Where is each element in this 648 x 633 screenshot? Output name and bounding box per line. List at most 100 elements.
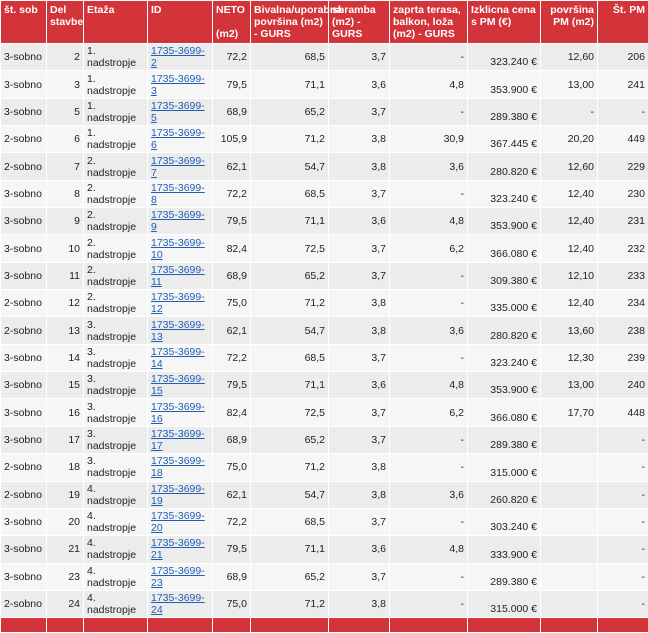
apartment-id-link[interactable]: 1735-3699-23 [151,565,205,589]
col-header-terrace: zaprta terasa, balkon, loža (m2) - GURS [390,1,468,44]
cell-id: 1735-3699-20 [148,508,213,535]
cell-storage: 3,8 [329,317,390,344]
cell-storage: 3,6 [329,71,390,98]
apartment-id-link[interactable]: 1735-3699-24 [151,592,205,616]
cell-part: 17 [47,426,84,453]
apartment-id-link[interactable]: 1735-3699-5 [151,100,205,124]
apartment-id-link[interactable]: 1735-3699-17 [151,428,205,452]
cell-pm-number: 234 [598,290,648,317]
col-header-living-area: Bivalna/uporabna površina (m2) - GURS [251,1,329,44]
table-row: 3-sobno234. nadstropje1735-3699-2368,965… [1,563,648,590]
cell-pm-area: 12,60 [541,44,598,71]
cell-neto: 82,4 [213,235,251,262]
cell-pm-number: - [598,563,648,590]
apartment-id-link[interactable]: 1735-3699-6 [151,127,205,151]
cell-neto: 82,4 [213,399,251,426]
cell-rooms: 3-sobno [1,71,47,98]
apartment-id-link[interactable]: 1735-3699-14 [151,346,205,370]
cell-pm-area: 13,00 [541,71,598,98]
cell-terrace: - [390,454,468,481]
cell-terrace: - [390,563,468,590]
cell-terrace: 6,2 [390,235,468,262]
cell-neto: 72,2 [213,508,251,535]
cell-price: 366.080 € [468,235,541,262]
cell-price: 323.240 € [468,344,541,371]
apartment-id-link[interactable]: 1735-3699-16 [151,401,205,425]
cell-rooms: 3-sobno [1,536,47,563]
cell-id: 1735-3699-12 [148,290,213,317]
cell-pm-area: 12,30 [541,344,598,371]
table-row: 3-sobno112. nadstropje1735-3699-1168,965… [1,262,648,289]
cell-neto: 105,9 [213,126,251,153]
cell-id: 1735-3699-10 [148,235,213,262]
table-row: 2-sobno194. nadstropje1735-3699-1962,154… [1,481,648,508]
cell-floor: 2. nadstropje [84,262,148,289]
cell-part: 2 [47,44,84,71]
cell-price: 333.900 € [468,536,541,563]
cell-living-area: 65,2 [251,426,329,453]
cell-living-area: 65,2 [251,563,329,590]
apartment-id-link[interactable]: 1735-3699-15 [151,373,205,397]
cell-price: 367.445 € [468,126,541,153]
cell-pm-number: - [598,536,648,563]
cell-rooms: 3-sobno [1,235,47,262]
cell-pm-number: 241 [598,71,648,98]
apartment-id-link[interactable]: 1735-3699-10 [151,237,205,261]
apartment-id-link[interactable]: 1735-3699-18 [151,455,205,479]
cell-living-area: 71,2 [251,590,329,617]
col-header-neto-label: NETO [216,4,245,16]
cell-pm-area: 12,40 [541,208,598,235]
cell-storage: 3,8 [329,454,390,481]
col-header-storage: shramba (m2) - GURS [329,1,390,44]
cell-neto: 72,2 [213,44,251,71]
cell-price: 309.380 € [468,262,541,289]
cell-floor: 2. nadstropje [84,235,148,262]
apartment-id-link[interactable]: 1735-3699-19 [151,483,205,507]
cell-pm-area: 17,70 [541,399,598,426]
table-row: 2-sobno122. nadstropje1735-3699-1275,071… [1,290,648,317]
table-row: 3-sobno153. nadstropje1735-3699-1579,571… [1,372,648,399]
cell-price: 323.240 € [468,44,541,71]
apartment-id-link[interactable]: 1735-3699-7 [151,155,205,179]
cell-floor: 2. nadstropje [84,290,148,317]
cell-pm-number: 449 [598,126,648,153]
cell-part: 20 [47,508,84,535]
cell-terrace: - [390,98,468,125]
apartment-id-link[interactable]: 1735-3699-12 [151,291,205,315]
cell-pm-area [541,590,598,617]
table-row: 3-sobno92. nadstropje1735-3699-979,571,1… [1,208,648,235]
apartment-id-link[interactable]: 1735-3699-8 [151,182,205,206]
cell-pm-number: 238 [598,317,648,344]
cell-terrace: 6,2 [390,399,468,426]
cell-floor: 3. nadstropje [84,344,148,371]
cell-terrace: - [390,180,468,207]
cell-part: 6 [47,126,84,153]
apartment-id-link[interactable]: 1735-3699-21 [151,537,205,561]
apartment-id-link[interactable]: 1735-3699-2 [151,45,205,69]
cell-neto: 75,0 [213,290,251,317]
table-row: 3-sobno163. nadstropje1735-3699-1682,472… [1,399,648,426]
cell-pm-area: 12,10 [541,262,598,289]
apartment-id-link[interactable]: 1735-3699-11 [151,264,205,288]
cell-pm-number: - [598,508,648,535]
col-header-neto: NETO(m2) [213,1,251,44]
cell-part: 10 [47,235,84,262]
cell-living-area: 68,5 [251,344,329,371]
cell-part: 18 [47,454,84,481]
apartment-id-link[interactable]: 1735-3699-13 [151,319,205,343]
cell-part: 5 [47,98,84,125]
cell-rooms: 3-sobno [1,344,47,371]
cell-rooms: 2-sobno [1,590,47,617]
cell-neto: 68,9 [213,98,251,125]
cell-part: 15 [47,372,84,399]
apartment-id-link[interactable]: 1735-3699-20 [151,510,205,534]
cell-floor: 3. nadstropje [84,372,148,399]
cell-terrace: - [390,262,468,289]
apartment-id-link[interactable]: 1735-3699-3 [151,73,205,97]
cell-living-area: 54,7 [251,481,329,508]
table-row: 2-sobno244. nadstropje1735-3699-2475,071… [1,590,648,617]
cell-floor: 4. nadstropje [84,536,148,563]
cell-pm-area: 13,60 [541,317,598,344]
cell-pm-number: 231 [598,208,648,235]
apartment-id-link[interactable]: 1735-3699-9 [151,209,205,233]
